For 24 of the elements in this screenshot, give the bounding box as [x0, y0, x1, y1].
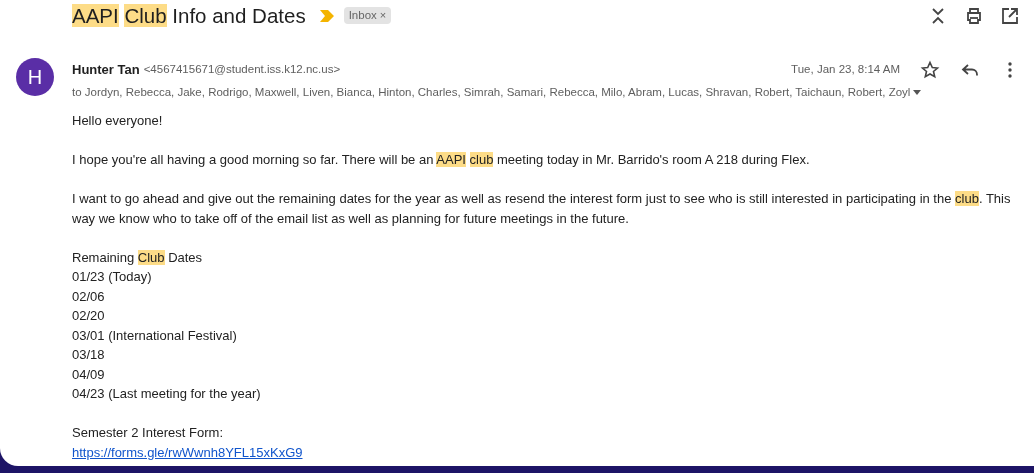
form-link[interactable]: https://forms.gle/rwWwnh8YFL15xKxG9 [72, 444, 303, 460]
sender-name: Hunter Tan [72, 61, 140, 80]
more-options-icon [1008, 62, 1012, 78]
body-text: 02/20 [72, 307, 106, 326]
open-in-new-window-icon [1000, 6, 1020, 26]
message-date: Tue, Jan 23, 8:14 AM [791, 62, 900, 78]
label-chip[interactable]: Inbox × [343, 7, 392, 24]
body-text: 01/23 (Today) [72, 268, 153, 287]
body-text: I want to go ahead and give out the remaining dates for the year as well as resend the interest form just to see who is still interested in participating in the club. This way we know who to take off of the email list as well as planning for future meetings in the future. [72, 190, 1012, 228]
body-text: Hello everyone! [72, 112, 164, 131]
body-text: 02/06 [72, 287, 106, 306]
body-text: Remaining Club Dates [72, 248, 204, 267]
body-text: 04/23 (Last meeting for the year) [72, 385, 262, 404]
avatar: H [16, 58, 54, 96]
recipients-list: to Jordyn, Rebecca, Jake, Rodrigo, Maxwell, Liven, Bianca, Hinton, Charles, Simrah, Samari, Rebecca, Milo, Abram, Lucas, Shravan, Robert, Taichaun, Robert, Zoyl [72, 84, 911, 102]
body-text: 03/18 [72, 346, 106, 365]
body-text: 03/01 (International Festival) [72, 326, 238, 345]
body-text: I hope you're all having a good morning so far. There will be an AAPI club meeting today in Mr. Barrido's room A 218 during Flex. [72, 151, 811, 170]
sender-email: <4567415671@student.iss.k12.nc.us> [143, 62, 341, 78]
email-subject: AAPI Club Info and Dates [72, 2, 306, 29]
body-text: Semester 2 Interest Form: [72, 424, 224, 443]
body-text: 04/09 [72, 365, 106, 384]
star-icon [920, 60, 940, 80]
print-icon [964, 6, 984, 26]
